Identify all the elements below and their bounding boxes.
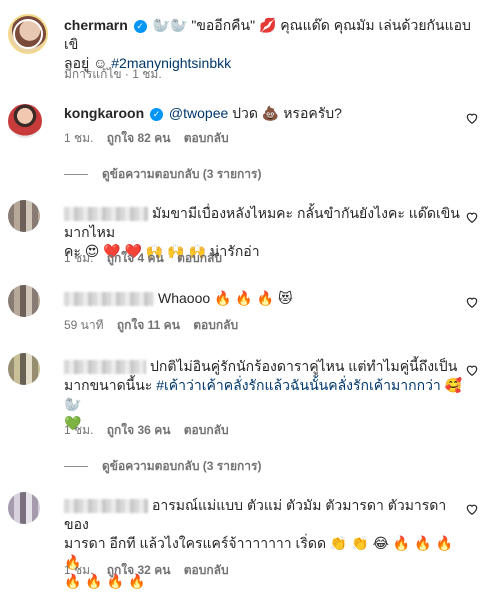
comment-username-blurred[interactable] [64,292,154,307]
replies-divider [64,466,88,467]
view-replies-button[interactable]: ดูข้อความตอบกลับ (3 รายการ) [64,165,261,184]
post-author-avatar[interactable] [8,14,48,54]
comment-body: Whaooo 🔥 🔥 🔥 😻 [64,289,444,308]
commenter-avatar[interactable] [8,104,42,138]
comment-hashtag[interactable]: #เค้าว่าเค้าคลั่งรักแล้วฉันนั้นคลั่งรักเ… [156,377,441,393]
comment-username-blurred[interactable] [64,499,148,514]
comment-body: kongkaroon ✓ @twopee ปวด 💩 หรอครับ? [64,104,454,123]
comment-meta: 1 ชม. ถูกใจ 36 คน ตอบกลับ [64,422,239,438]
commenter-avatar[interactable] [8,492,40,524]
comment-likes[interactable]: ถูกใจ 32 คน [107,563,171,577]
comment-username-blurred[interactable] [64,207,148,222]
comment-username-blurred[interactable] [64,360,146,375]
view-replies-button[interactable]: ดูข้อความตอบกลับ (3 รายการ) [64,457,261,476]
comment-text: ปกติไม่อินคู่รักนักร้องดาราคู่ไหน แต่ทำไ… [150,358,458,374]
reply-button[interactable]: ตอบกลับ [193,318,238,332]
verified-badge-icon: ✓ [133,19,147,33]
replies-divider [64,174,88,175]
comment-time[interactable]: 59 นาที [64,318,104,332]
comment-meta: 1 ชม. ถูกใจ 82 คน ตอบกลับ [64,130,239,146]
comment-likes[interactable]: ถูกใจ 36 คน [107,423,171,437]
comment-time[interactable]: 1 ชม. [64,563,93,577]
like-heart-icon[interactable] [465,502,479,516]
comment-meta: 1 ชม. ถูกใจ 4 คน ตอบกลับ [64,250,232,266]
view-replies-label: ดูข้อความตอบกลับ (3 รายการ) [102,167,262,181]
comment-likes[interactable]: ถูกใจ 4 คน [107,251,164,265]
comment-text: ปวด 💩 หรอครับ? [228,105,342,121]
comment-meta: 59 นาที ถูกใจ 11 คน ตอบกลับ [64,317,248,333]
commenter-avatar[interactable] [8,200,40,232]
reply-button[interactable]: ตอบกลับ [184,423,229,437]
post-username[interactable]: chermarn [64,17,128,33]
like-heart-icon[interactable] [465,363,479,377]
view-replies-label: ดูข้อความตอบกลับ (3 รายการ) [102,459,262,473]
comment-mention[interactable]: @twopee [169,105,228,121]
comment-meta: 1 ชม. ถูกใจ 32 คน ตอบกลับ [64,562,239,578]
commenter-avatar[interactable] [8,353,40,385]
verified-badge-icon: ✓ [150,107,164,121]
comment-text-2: มากขนาดนี้นะ [64,377,157,393]
comment-username[interactable]: kongkaroon [64,105,144,121]
comment-time[interactable]: 1 ชม. [64,423,93,437]
post-meta: มีการแก้ไข · 1 ชม. [64,67,162,81]
like-heart-icon[interactable] [465,111,479,125]
reply-button[interactable]: ตอบกลับ [177,251,222,265]
reply-button[interactable]: ตอบกลับ [184,563,229,577]
like-heart-icon[interactable] [465,210,479,224]
comment-text: Whaooo 🔥 🔥 🔥 😻 [158,290,293,306]
like-heart-icon[interactable] [465,295,479,309]
reply-button[interactable]: ตอบกลับ [184,131,229,145]
comment-likes[interactable]: ถูกใจ 11 คน [117,318,180,332]
comment-time[interactable]: 1 ชม. [64,251,93,265]
commenter-avatar[interactable] [8,285,40,317]
comment-time[interactable]: 1 ชม. [64,131,93,145]
comment-likes[interactable]: ถูกใจ 82 คน [107,131,171,145]
post-caption: chermarn ✓ 🦭🦭 "ขออีกคืน" 💋 คุณแด๊ด คุณมั… [64,16,474,73]
